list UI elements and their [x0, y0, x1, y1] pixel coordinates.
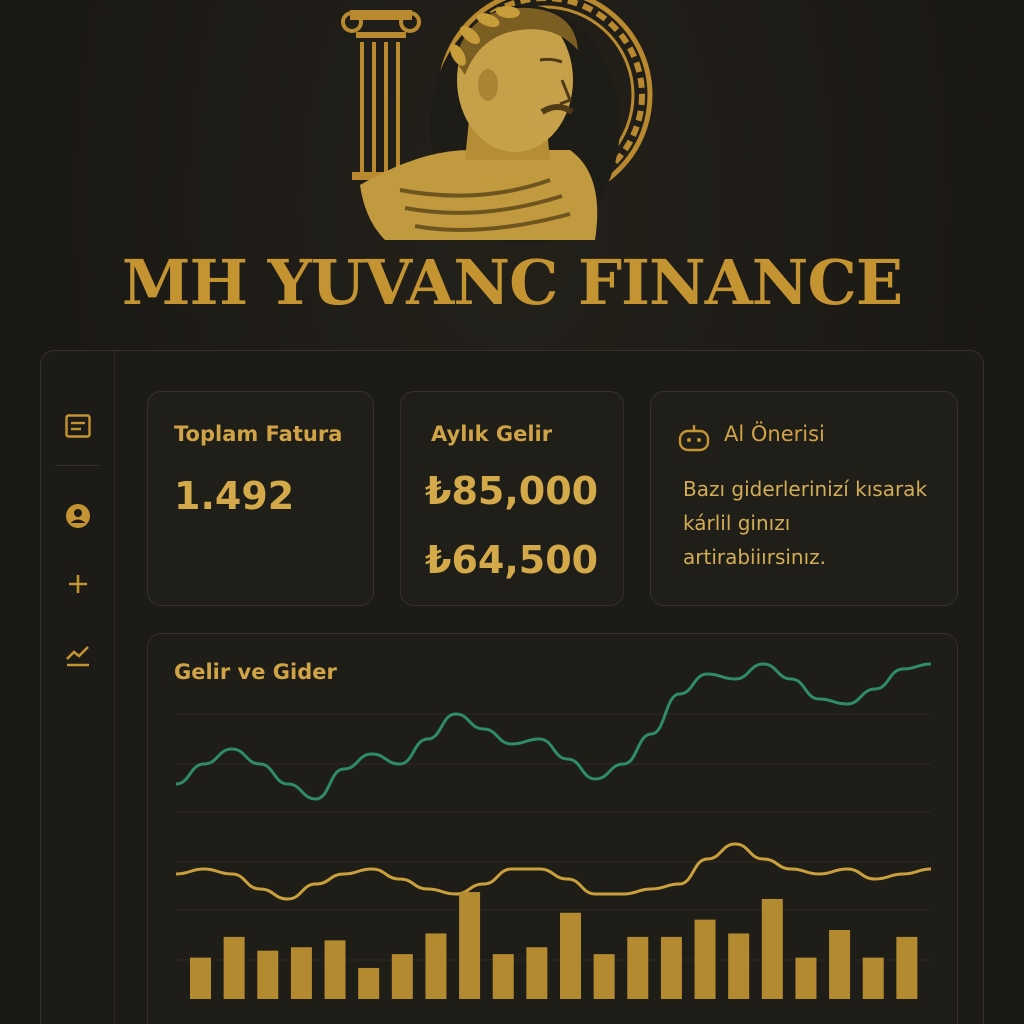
dashboard-panel: Toplam Fatura 1.492 Aylık Gelir ₺85,000 …	[40, 350, 984, 1024]
robot-icon	[678, 425, 710, 452]
bar	[190, 957, 211, 999]
sidebar-item-add[interactable]	[63, 569, 93, 599]
bar	[526, 947, 548, 999]
invoice-total-card[interactable]: Toplam Fatura 1.492	[147, 391, 374, 606]
invoice-total-label: Toplam Fatura	[174, 422, 343, 446]
brand-logo	[330, 0, 660, 245]
bar	[459, 892, 481, 999]
bar	[896, 936, 918, 999]
monthly-income-label: Aylık Gelir	[431, 422, 553, 446]
bar	[862, 957, 884, 999]
ai-suggestion-label: Al Önerisi	[724, 422, 825, 446]
brand-title: MH YUVANC FINANCE	[121, 246, 903, 319]
ai-suggestion-card[interactable]: Al Önerisi Bazı giderlerinizí kısarak ká…	[650, 391, 958, 606]
bar	[829, 930, 851, 999]
bar	[660, 936, 682, 999]
bar	[391, 954, 413, 999]
sidebar-item-reports[interactable]	[63, 641, 93, 671]
chart-canvas	[175, 662, 932, 999]
bar	[324, 940, 346, 999]
sidebar-item-profile[interactable]	[63, 501, 93, 531]
roman-bust-logo-icon	[341, 0, 653, 245]
series-line-green	[175, 662, 932, 801]
bar	[257, 950, 279, 999]
bar	[358, 967, 380, 999]
series-line-gold	[175, 842, 932, 901]
sidebar	[41, 351, 115, 1024]
bar	[728, 933, 750, 999]
ai-suggestion-text: Bazı giderlerinizí kısarak kárlil ginızı…	[683, 477, 928, 569]
monthly-income-value: ₺85,000	[425, 469, 599, 513]
document-icon	[65, 414, 91, 438]
bar	[795, 957, 817, 999]
sidebar-item-invoices[interactable]	[63, 411, 93, 441]
monthly-income-card[interactable]: Aylık Gelir ₺85,000 ₺64,500	[400, 391, 624, 606]
bar	[290, 947, 312, 999]
plus-icon	[69, 575, 87, 593]
trend-chart-icon	[66, 646, 89, 667]
bar	[761, 898, 783, 999]
bar	[560, 912, 581, 999]
bar	[223, 936, 245, 999]
bar	[593, 954, 615, 999]
invoice-total-value: 1.492	[174, 474, 295, 518]
user-icon	[66, 504, 90, 528]
sidebar-divider	[55, 465, 99, 466]
monthly-income-secondary-value: ₺64,500	[425, 538, 599, 582]
bar	[492, 954, 514, 999]
income-expense-chart: Gelir ve Gider	[147, 633, 958, 1024]
bar	[627, 936, 649, 999]
bar	[425, 933, 447, 999]
bar	[694, 919, 716, 999]
